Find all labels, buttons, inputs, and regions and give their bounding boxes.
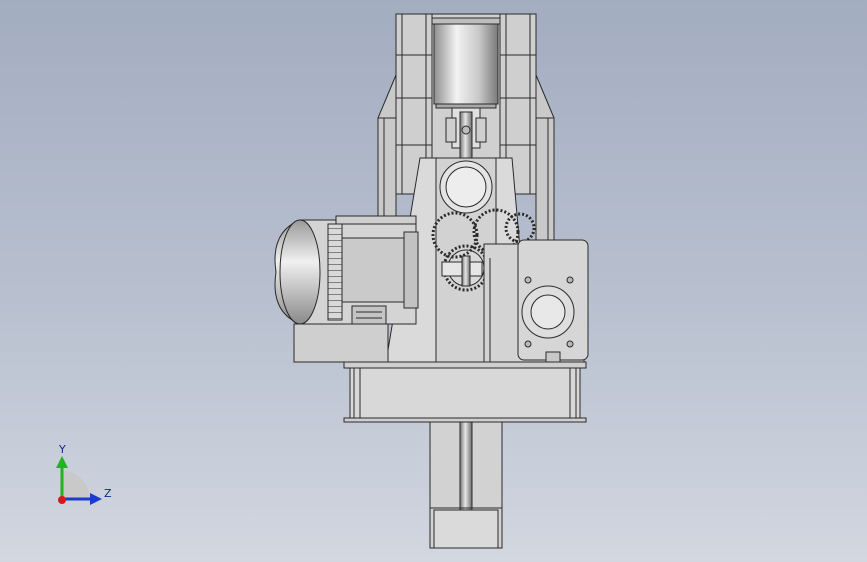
triad-z-label: Z	[104, 487, 112, 500]
lower-shaft-housing	[429, 421, 503, 549]
triad-z-arrow	[90, 493, 102, 505]
gear-reducer-assembly-icon[interactable]	[0, 0, 867, 562]
triad-quadrant	[60, 470, 90, 500]
top-cylinder	[431, 17, 501, 109]
triad-y-arrow	[56, 456, 68, 468]
triad-x-axis	[58, 496, 66, 504]
model-edges	[274, 13, 589, 549]
right-gearbox	[483, 239, 589, 363]
base-frame	[343, 361, 587, 423]
triad-y-label: Y	[59, 443, 66, 456]
axis-triad	[56, 456, 102, 505]
graphics-viewport[interactable]: Y Z	[0, 0, 867, 562]
